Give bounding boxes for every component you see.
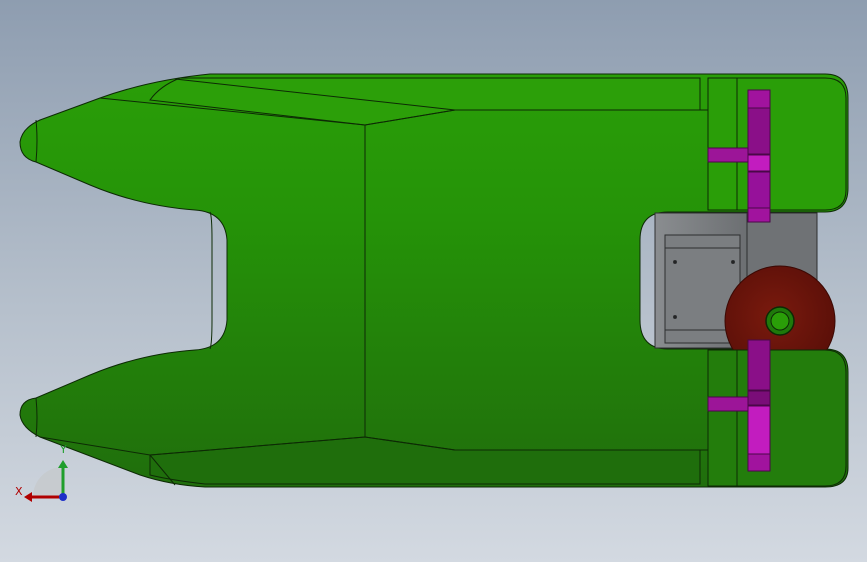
bracket-segment xyxy=(747,154,771,172)
shaft-pin xyxy=(707,147,749,163)
bracket-segment xyxy=(747,390,771,406)
hull-edge-line xyxy=(209,211,213,350)
screw-dot xyxy=(731,260,735,264)
stern-pontoon-bottom[interactable] xyxy=(707,349,847,487)
stern-pontoon-top[interactable] xyxy=(707,77,847,211)
bracket-segment xyxy=(747,171,771,209)
model-view[interactable] xyxy=(0,0,867,562)
stern-cap-bottom xyxy=(707,349,847,487)
y-axis-label: Y xyxy=(60,443,67,456)
shaft-pin xyxy=(707,396,749,412)
x-axis-arrow-icon xyxy=(24,492,32,502)
cad-viewport[interactable]: X Y xyxy=(0,0,867,562)
axis-triad xyxy=(24,460,68,502)
bracket-segment xyxy=(747,339,771,391)
stern-cap-top xyxy=(707,77,847,211)
bracket-segment xyxy=(747,405,771,455)
y-axis-arrow-icon xyxy=(58,460,68,468)
z-axis-dot xyxy=(59,493,67,501)
screw-dot xyxy=(673,315,677,319)
triad-quarter-disc xyxy=(33,467,63,497)
screw-dot xyxy=(673,260,677,264)
wheel-hub-inner xyxy=(770,311,790,331)
x-axis-label: X xyxy=(15,485,23,498)
bracket-segment xyxy=(747,107,771,155)
